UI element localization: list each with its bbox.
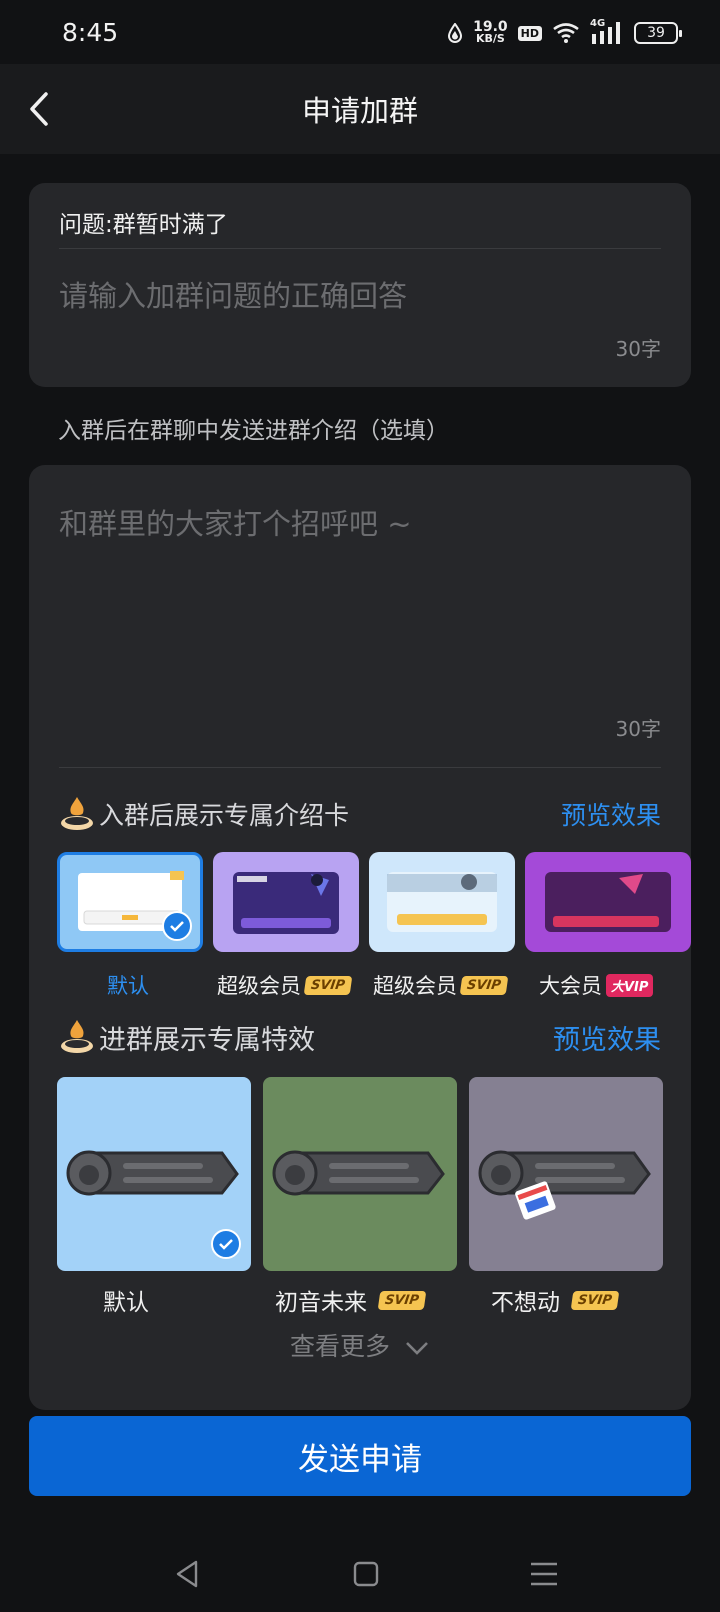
flame-crown-icon <box>61 797 93 830</box>
effect-preview <box>272 1150 445 1196</box>
intro-card: 和群里的大家打个招呼吧 ~ 30字 入群后展示专属介绍卡 预览效果 默认 超级会… <box>29 465 691 1410</box>
intro-section-label: 入群后在群聊中发送进群介绍（选填） <box>58 418 449 444</box>
data-saver-icon <box>448 23 463 43</box>
effect-option-miku[interactable] <box>263 1077 457 1271</box>
intro-textarea[interactable]: 和群里的大家打个招呼吧 ~ <box>59 501 412 543</box>
status-time: 8:45 <box>62 18 119 47</box>
page-title: 申请加群 <box>301 94 418 128</box>
svip-card-preview <box>387 872 497 932</box>
svip-badge: SVIP <box>570 1290 620 1310</box>
send-request-button[interactable]: 发送申请 <box>29 1416 691 1496</box>
flame-crown-icon <box>61 1020 93 1053</box>
question-title: 问题:群暂时满了 <box>59 212 228 238</box>
hd-badge: HD <box>517 25 542 41</box>
effect-label: 不想动 SVIP <box>491 1283 620 1317</box>
check-icon <box>211 1229 241 1259</box>
effects-preview-link[interactable]: 预览效果 <box>553 1018 661 1057</box>
status-icons: 19.0 KB/S HD 4G 39 <box>447 18 682 48</box>
answer-input[interactable] <box>59 279 659 313</box>
svip-badge: SVIP <box>459 975 509 995</box>
wifi-icon <box>553 23 579 43</box>
effects-section-title: 进群展示专属特效 <box>99 1024 315 1056</box>
answer-char-counter: 30字 <box>615 337 661 361</box>
effect-option-default[interactable] <box>57 1077 251 1271</box>
status-bar: 8:45 19.0 KB/S HD 4G 39 <box>0 0 720 64</box>
intro-card-preview-link[interactable]: 预览效果 <box>561 796 661 832</box>
intro-card-label: 超级会员 SVIP <box>217 970 377 1000</box>
battery-icon: 39 <box>634 22 682 44</box>
big-vip-badge: 大VIP <box>606 973 654 997</box>
intro-card-option-big-vip[interactable] <box>525 852 691 952</box>
system-back-icon[interactable] <box>166 1552 210 1596</box>
intro-card-option-svip-2[interactable] <box>369 852 515 952</box>
cell-signal-icon: 4G <box>590 18 624 46</box>
intro-card-label-text: 超级会员 <box>217 974 301 998</box>
divider <box>59 248 661 249</box>
nav-bar: 申请加群 <box>0 64 720 154</box>
intro-card-label-text: 大会员 <box>539 974 602 998</box>
intro-card-option-svip-1[interactable] <box>213 852 359 952</box>
effect-label-text: 初音未来 <box>275 1290 367 1316</box>
intro-card-list: 默认 超级会员 SVIP 超级会员 SVIP 大会员 大VIP <box>57 852 691 1002</box>
intro-card-label-text: 超级会员 <box>373 974 457 998</box>
svip-badge: SVIP <box>377 1290 427 1310</box>
effects-section-header: 进群展示专属特效 预览效果 <box>59 1015 661 1059</box>
system-navigation-bar <box>0 1540 720 1612</box>
check-icon <box>162 911 192 941</box>
intro-card-label: 大会员 大VIP <box>539 970 691 1000</box>
svip-badge: SVIP <box>303 975 353 995</box>
intro-char-counter: 30字 <box>615 717 661 741</box>
vip-card-preview <box>545 872 671 932</box>
intro-card-option-default[interactable] <box>57 852 203 952</box>
question-card: 问题:群暂时满了 30字 <box>29 183 691 387</box>
intro-card-section-title: 入群后展示专属介绍卡 <box>99 801 350 830</box>
intro-card-section-header: 入群后展示专属介绍卡 预览效果 <box>59 792 661 836</box>
intro-card-label: 超级会员 SVIP <box>373 970 533 1000</box>
effects-list: 默认 初音未来 SVIP 不想动 SVIP <box>57 1077 663 1316</box>
divider <box>59 767 661 768</box>
chevron-down-icon <box>406 1342 428 1355</box>
net-speed: 19.0 KB/S <box>473 20 508 45</box>
svip-card-preview <box>233 872 339 934</box>
effect-preview <box>478 1150 651 1220</box>
system-menu-icon[interactable] <box>522 1552 566 1596</box>
battery-level: 39 <box>647 25 665 41</box>
effect-label: 默认 <box>103 1290 149 1316</box>
see-more-label: 查看更多 <box>290 1332 391 1361</box>
net-speed-unit: KB/S <box>475 32 505 45</box>
see-more-button[interactable]: 查看更多 <box>29 1327 691 1363</box>
effect-label-text: 不想动 <box>491 1290 560 1316</box>
system-home-icon[interactable] <box>344 1552 388 1596</box>
effect-option-lazy[interactable] <box>469 1077 663 1271</box>
effect-label: 初音未来 SVIP <box>275 1283 427 1317</box>
